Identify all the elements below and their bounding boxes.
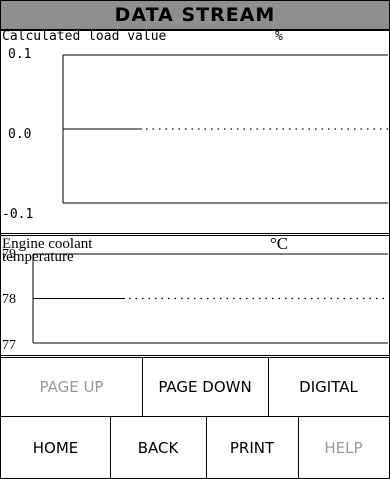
back-button[interactable]: BACK [110, 417, 206, 478]
title-bar: DATA STREAM [1, 1, 389, 31]
button-divider [298, 417, 299, 478]
page-up-button[interactable]: PAGE UP [1, 358, 142, 416]
data-stream-screen: DATA STREAM Calculated load value % 0.1 … [0, 0, 390, 479]
button-divider [268, 358, 269, 416]
line-chart [32, 253, 388, 344]
digital-button[interactable]: DIGITAL [268, 358, 389, 416]
home-button[interactable]: HOME [1, 417, 110, 478]
print-button[interactable]: PRINT [206, 417, 298, 478]
button-divider [110, 417, 111, 478]
button-divider [206, 417, 207, 478]
chart-panel-load: Calculated load value % 0.1 0.0 -0.1 [1, 29, 389, 233]
button-row-divider [1, 416, 389, 417]
page-title: DATA STREAM [114, 4, 276, 26]
button-divider [142, 358, 143, 416]
help-button[interactable]: HELP [298, 417, 389, 478]
page-down-button[interactable]: PAGE DOWN [142, 358, 268, 416]
line-chart [62, 54, 388, 204]
chart-panel-coolant: Engine coolant temperature °C 79 78 77 [1, 234, 389, 355]
